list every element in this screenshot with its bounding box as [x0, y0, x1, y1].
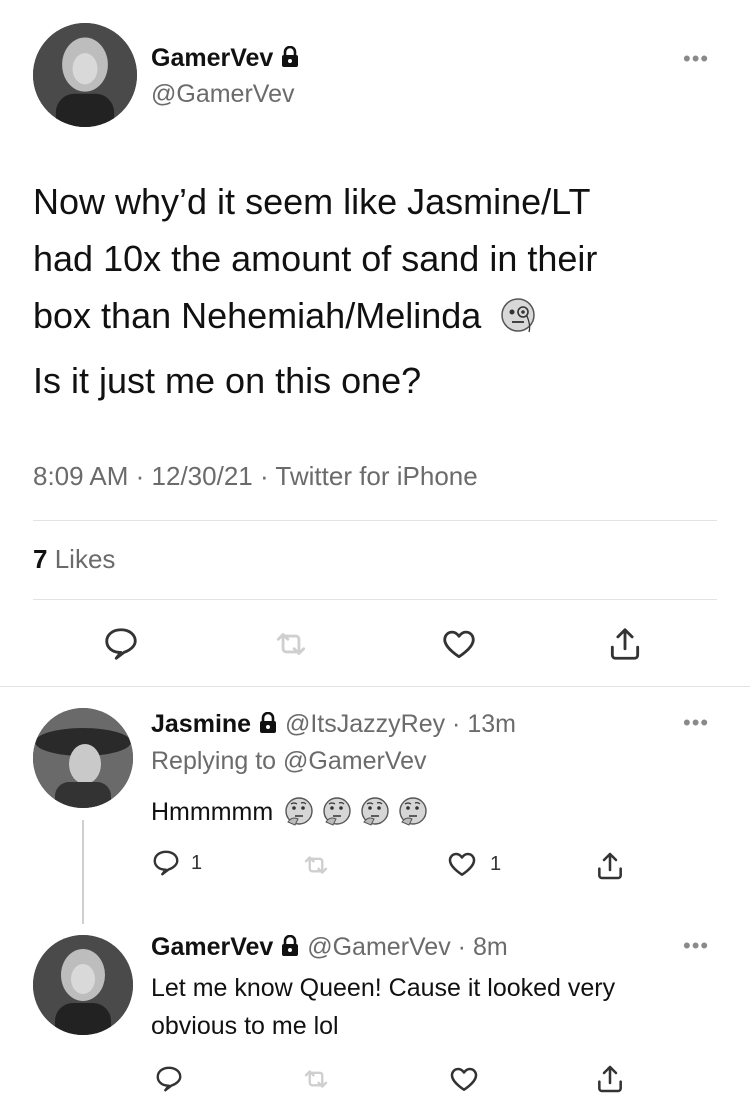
thinking-face-icon: [361, 797, 389, 826]
avatar-photo: [33, 23, 137, 127]
reply-author-name[interactable]: Jasmine: [151, 710, 251, 738]
face-with-monocle-icon: [501, 298, 536, 333]
meta-separator: ·: [450, 933, 473, 961]
like-icon[interactable]: [446, 1062, 482, 1096]
retweet-icon[interactable]: [298, 848, 334, 882]
reply-text-content: Hmmmmm: [151, 797, 274, 826]
reply-age[interactable]: 8m: [473, 933, 508, 961]
thinking-face-icon: [399, 797, 427, 826]
reply-count: 1: [191, 851, 203, 874]
divider: [33, 520, 717, 521]
reply-text: Let me know Queen! Cause it looked very …: [151, 969, 615, 1045]
lock-icon: [282, 935, 299, 956]
reply-age[interactable]: 13m: [467, 710, 516, 738]
lock-icon: [260, 712, 277, 733]
meta-separator: ·: [445, 710, 468, 738]
tweet-text-line: Is it just me on this one?: [33, 360, 422, 401]
emoji-group: [283, 796, 429, 828]
thinking-face-icon: [285, 797, 313, 826]
like-icon: [448, 852, 476, 876]
share-icon[interactable]: [600, 622, 650, 666]
meta-separator: ·: [259, 461, 276, 491]
replying-to-handle[interactable]: @GamerVev: [283, 747, 426, 775]
reply-icon: [153, 850, 179, 876]
reply-text-line: Let me know Queen! Cause it looked very: [151, 974, 616, 1002]
reply-avatar[interactable]: [33, 935, 133, 1035]
tweet-meta: 8:09 AM · 12/30/21 · Twitter for iPhone: [33, 461, 478, 492]
author-avatar[interactable]: [33, 23, 137, 127]
divider: [0, 686, 750, 687]
lock-icon: [282, 46, 299, 67]
replying-to-label: Replying to: [151, 747, 277, 775]
author-name-row: GamerVev: [151, 42, 300, 74]
thread-line: [82, 820, 84, 924]
avatar-photo: [33, 935, 133, 1035]
likes-count: 7: [33, 544, 48, 574]
replying-to: Replying to @GamerVev: [151, 747, 427, 776]
share-icon[interactable]: [592, 848, 628, 884]
tweet-text-line: had 10x the amount of sand in their: [33, 238, 598, 279]
share-icon[interactable]: [592, 1062, 628, 1096]
like-button[interactable]: 1: [446, 848, 501, 880]
divider: [33, 599, 717, 600]
reply-button[interactable]: 1: [151, 848, 202, 878]
retweet-icon[interactable]: [298, 1062, 334, 1096]
tweet-time[interactable]: 8:09 AM: [33, 461, 128, 491]
author-name[interactable]: GamerVev: [151, 44, 273, 72]
tweet-text-segment: box than Nehemiah/Melinda: [33, 295, 482, 336]
reply-header: GamerVev @GamerVev · 8m: [151, 931, 508, 963]
reply-icon[interactable]: [151, 1062, 187, 1096]
tweet-text-line: Now why’d it seem like Jasmine/LT: [33, 181, 591, 222]
tweet-source[interactable]: Twitter for iPhone: [275, 461, 477, 491]
reply-author-handle[interactable]: @ItsJazzyRey: [285, 710, 445, 738]
more-options-icon[interactable]: •••: [683, 710, 709, 736]
reply-author-handle[interactable]: @GamerVev: [307, 933, 450, 961]
more-options-icon[interactable]: •••: [683, 933, 709, 959]
thinking-face-icon: [323, 797, 351, 826]
like-count: 1: [490, 852, 502, 875]
reply-icon[interactable]: [96, 622, 146, 666]
reply-author-name[interactable]: GamerVev: [151, 933, 273, 961]
more-options-icon[interactable]: •••: [683, 46, 709, 72]
reply-header: Jasmine @ItsJazzyRey · 13m: [151, 708, 516, 740]
likes-label: Likes: [54, 544, 116, 574]
tweet-text: Now why’d it seem like Jasmine/LT had 10…: [33, 173, 733, 409]
tweet-date[interactable]: 12/30/21: [152, 461, 253, 491]
reply-text-line: obvious to me lol: [151, 1012, 339, 1040]
like-icon[interactable]: [434, 622, 484, 666]
reply-text: Hmmmmm: [151, 796, 429, 828]
likes-summary[interactable]: 7 Likes: [33, 544, 115, 575]
tweet-text-line: box than Nehemiah/Melinda: [33, 287, 733, 344]
reply-avatar[interactable]: [33, 708, 133, 808]
avatar-photo: [33, 708, 133, 808]
meta-separator: ·: [135, 461, 152, 491]
author-handle[interactable]: @GamerVev: [151, 80, 294, 109]
retweet-icon[interactable]: [266, 622, 316, 666]
